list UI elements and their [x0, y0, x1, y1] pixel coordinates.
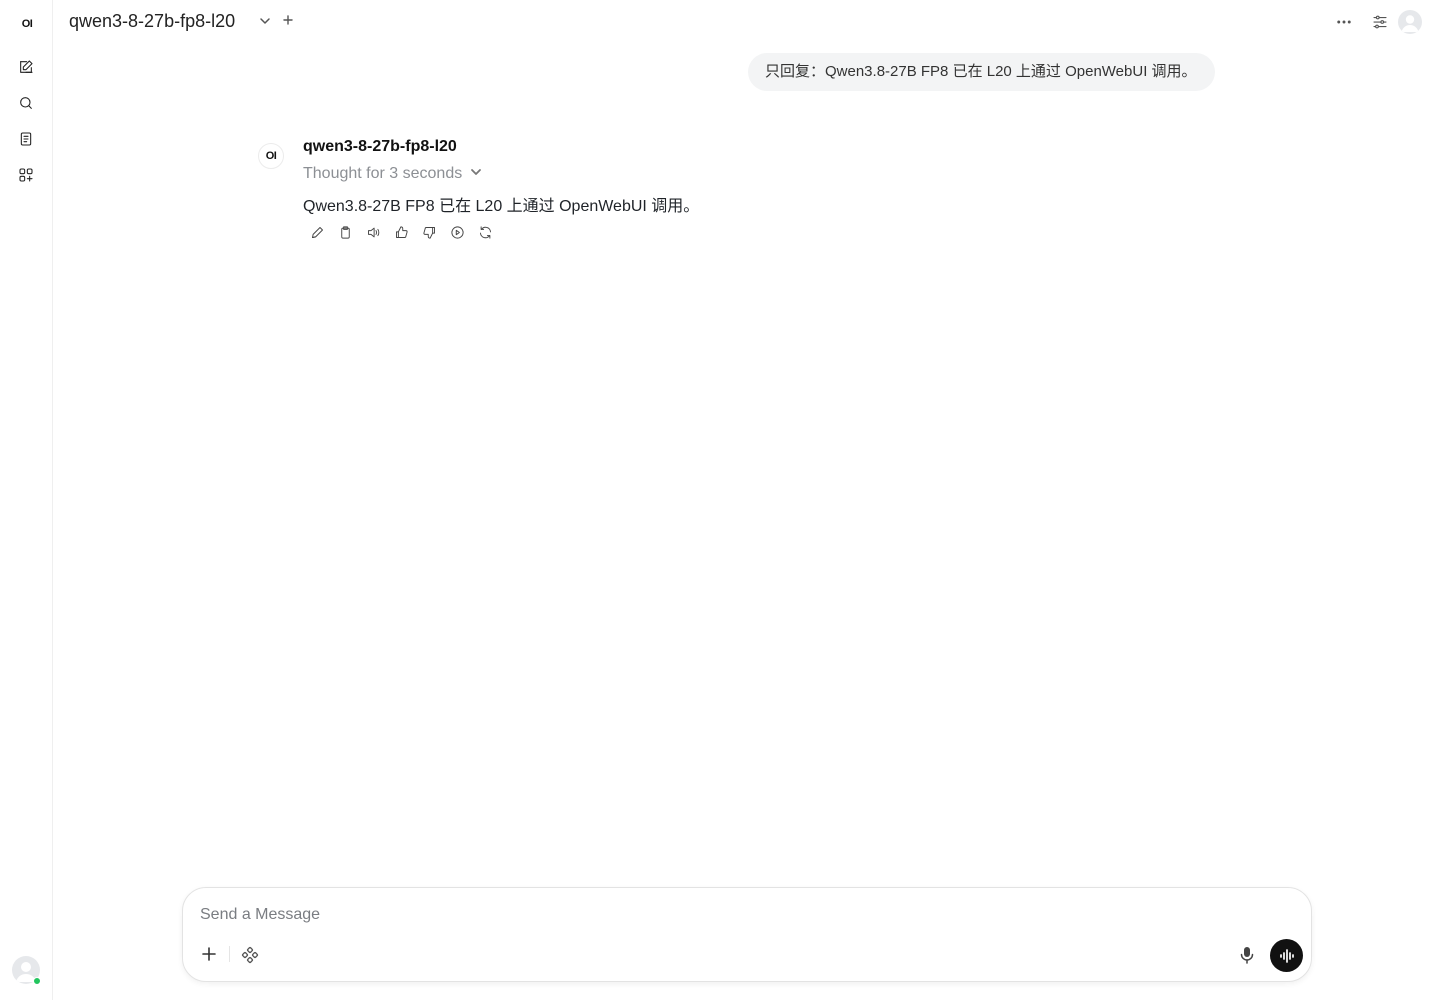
divider	[229, 946, 230, 962]
user-message-bubble: 只回复：Qwen3.8-27B FP8 已在 L20 上通过 OpenWebUI…	[748, 53, 1215, 91]
thought-toggle[interactable]: Thought for 3 seconds	[303, 165, 482, 183]
app-logo[interactable]: OI	[17, 15, 37, 33]
chevron-down-icon[interactable]	[258, 14, 272, 28]
voice-mode-icon[interactable]	[1270, 939, 1303, 972]
assistant-response: Qwen3.8-27B FP8 已在 L20 上通过 OpenWebUI 调用。	[303, 198, 700, 215]
new-chat-icon[interactable]	[14, 55, 38, 79]
workspace-icon[interactable]	[14, 163, 38, 187]
model-selector[interactable]: qwen3-8-27b-fp8-l20	[69, 11, 235, 32]
integrations-icon[interactable]	[241, 946, 259, 964]
message-input[interactable]	[200, 904, 1290, 926]
add-model-plus-icon[interactable]	[281, 13, 295, 29]
more-icon[interactable]	[1332, 10, 1356, 34]
microphone-icon[interactable]	[1238, 945, 1256, 965]
regenerate-icon[interactable]	[473, 222, 497, 242]
left-sidebar-rail: OI	[0, 0, 53, 1000]
message-actions	[305, 222, 497, 242]
assistant-avatar: OI	[258, 143, 284, 169]
chevron-down-icon	[470, 165, 482, 183]
copy-icon[interactable]	[333, 222, 357, 242]
message-composer	[182, 887, 1312, 982]
read-aloud-icon[interactable]	[361, 222, 385, 242]
plus-icon[interactable]	[200, 945, 218, 963]
controls-icon[interactable]	[1368, 10, 1392, 34]
chat-header: qwen3-8-27b-fp8-l20	[53, 0, 1440, 46]
edit-icon[interactable]	[305, 222, 329, 242]
search-icon[interactable]	[14, 91, 38, 115]
user-avatar-icon[interactable]	[1398, 10, 1422, 34]
thumbs-up-icon[interactable]	[389, 222, 413, 242]
thumbs-down-icon[interactable]	[417, 222, 441, 242]
continue-icon[interactable]	[445, 222, 469, 242]
thought-label: Thought for 3 seconds	[303, 165, 463, 182]
assistant-model-name: qwen3-8-27b-fp8-l20	[303, 138, 457, 155]
notes-icon[interactable]	[14, 127, 38, 151]
online-status-dot	[33, 977, 41, 985]
